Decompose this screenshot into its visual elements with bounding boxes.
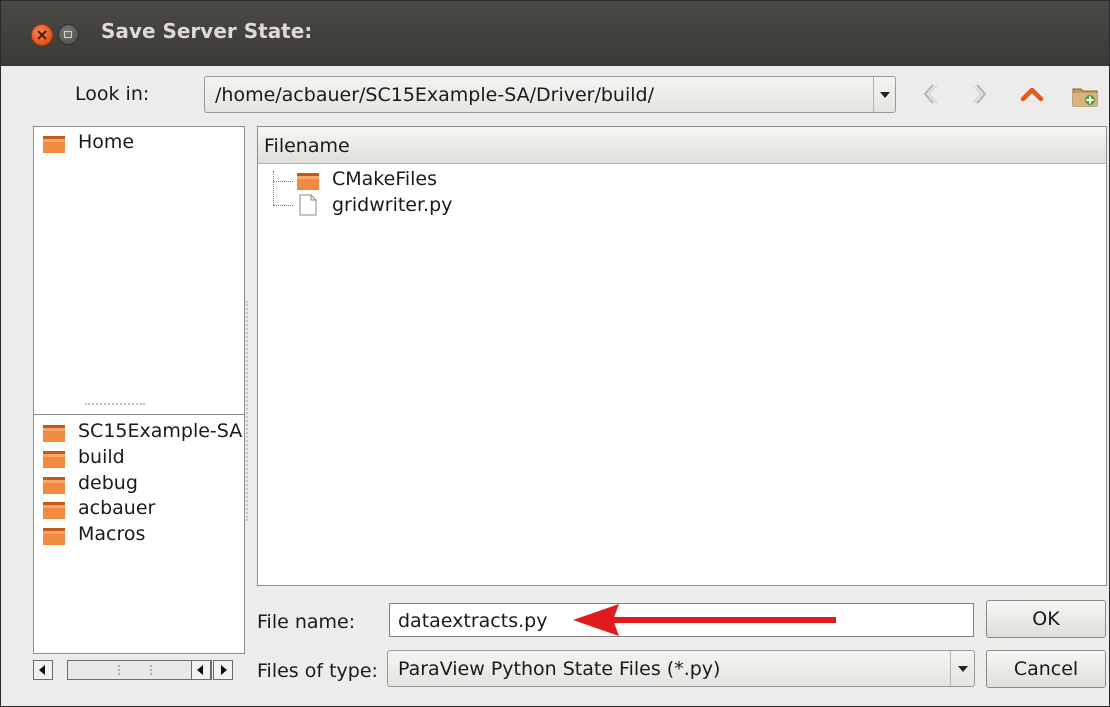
look-in-dropdown-button[interactable] [873, 77, 896, 112]
file-icon [299, 194, 317, 216]
minimize-button[interactable] [58, 24, 79, 45]
chevron-down-icon [880, 92, 890, 98]
column-header-filename[interactable]: Filename [258, 127, 1106, 164]
file-name-value: dataextracts.py [398, 610, 548, 632]
arrow-right-icon [221, 665, 227, 675]
folder-icon [43, 451, 65, 468]
recent-item-label: debug [78, 472, 138, 494]
recent-item-label: SC15Example-SA [78, 420, 243, 442]
forward-icon[interactable] [968, 81, 992, 107]
minimize-icon [64, 31, 72, 38]
recent-places-pane: SC15Example-SA build debug acbauer Macro… [33, 414, 245, 654]
file-type-label: Files of type: [257, 660, 378, 682]
title-bar: Save Server State: [1, 1, 1109, 66]
scroll-left-button-2[interactable] [191, 660, 211, 680]
look-in-label: Look in: [75, 83, 150, 105]
folder-icon [43, 528, 65, 545]
folder-icon [297, 173, 319, 190]
vertical-splitter-handle[interactable] [246, 301, 254, 521]
save-dialog: Save Server State: Look in: /home/acbaue… [0, 0, 1110, 707]
ok-button[interactable]: OK [986, 600, 1106, 638]
scroll-thumb-grip[interactable] [118, 665, 152, 675]
look-in-path: /home/acbauer/SC15Example-SA/Driver/buil… [215, 84, 654, 106]
folder-icon [43, 502, 65, 519]
file-name: gridwriter.py [332, 194, 453, 216]
scroll-right-button[interactable] [213, 660, 233, 680]
recent-item-label: Macros [78, 523, 146, 545]
back-icon[interactable] [918, 81, 942, 107]
file-type-combobox[interactable]: ParaView Python State Files (*.py) [387, 650, 975, 687]
arrow-left-icon [39, 665, 45, 675]
tree-guide-branch [273, 205, 293, 206]
file-type-dropdown-button[interactable] [950, 651, 975, 686]
recent-item-label: build [78, 446, 125, 468]
folder-icon [43, 425, 65, 442]
arrow-left-icon [197, 665, 203, 675]
recent-item-label: acbauer [78, 497, 156, 519]
recent-horizontal-scrollbar[interactable] [33, 660, 246, 682]
file-type-value: ParaView Python State Files (*.py) [398, 658, 721, 680]
folder-icon [43, 477, 65, 494]
new-folder-icon[interactable] [1071, 83, 1099, 109]
look-in-combobox[interactable]: /home/acbauer/SC15Example-SA/Driver/buil… [204, 76, 896, 113]
file-name-label: File name: [257, 611, 356, 633]
pane-splitter-handle[interactable] [85, 403, 145, 405]
places-item-label: Home [78, 131, 135, 153]
tree-guide-branch [273, 181, 293, 182]
parent-directory-icon[interactable] [1018, 81, 1046, 107]
file-list[interactable]: Filename CMakeFiles gridwriter.py [257, 126, 1107, 586]
window-title: Save Server State: [101, 19, 313, 43]
places-pane: Home [33, 126, 245, 430]
file-name-input[interactable]: dataextracts.py [389, 603, 974, 637]
chevron-down-icon [958, 666, 968, 672]
column-header-label: Filename [264, 135, 350, 157]
scroll-left-button[interactable] [33, 660, 53, 680]
close-button[interactable] [31, 24, 53, 46]
cancel-button[interactable]: Cancel [986, 650, 1106, 688]
file-name: CMakeFiles [332, 168, 438, 190]
close-icon [37, 30, 47, 40]
folder-icon [43, 136, 65, 153]
tree-guide-line [273, 171, 274, 205]
